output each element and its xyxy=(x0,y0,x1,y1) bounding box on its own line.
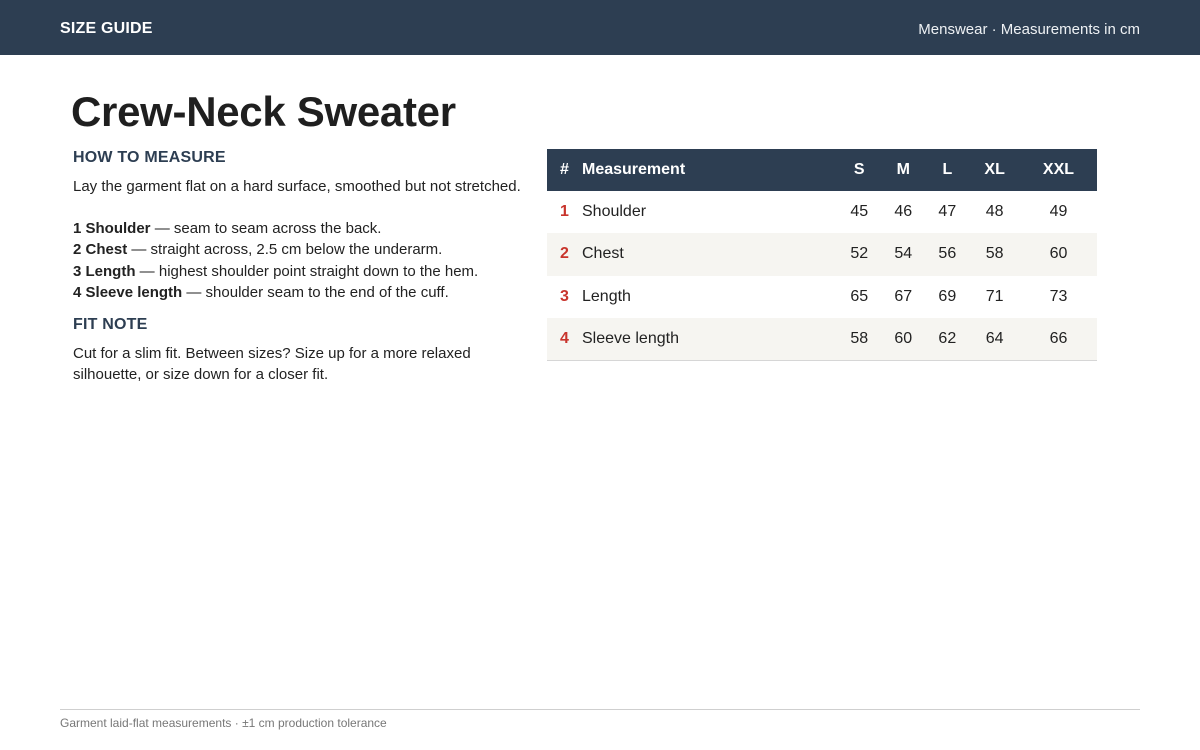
measurement-name: Chest xyxy=(582,233,838,276)
measure-step: 1 Shoulder — seam to seam across the bac… xyxy=(73,218,533,239)
fit-note-text: Cut for a slim fit. Between sizes? Size … xyxy=(73,345,471,384)
column-header-measurement: Measurement xyxy=(582,149,838,191)
size-value: 58 xyxy=(969,233,1020,276)
table-row: 4 Sleeve length 58 60 62 64 66 xyxy=(547,317,1097,361)
column-header-number: # xyxy=(547,149,582,191)
size-value: 67 xyxy=(894,287,913,305)
step-name: Length xyxy=(85,262,136,280)
size-value: 65 xyxy=(850,287,869,305)
measurement-name: Length xyxy=(582,287,631,305)
row-number: 2 xyxy=(547,233,582,276)
measure-step: 4 Sleeve length — shoulder seam to the e… xyxy=(73,282,533,303)
step-number: 2 xyxy=(73,241,82,259)
measure-step: 3 Length — highest shoulder point straig… xyxy=(73,261,533,282)
column-header-size-l: L xyxy=(925,149,970,191)
size-value: 69 xyxy=(938,287,957,305)
row-number: 1 xyxy=(560,203,569,221)
row-number: 4 xyxy=(547,317,582,361)
measurement-name: Shoulder xyxy=(582,203,647,221)
size-value: 45 xyxy=(850,203,869,221)
size-value: 62 xyxy=(925,317,970,361)
step-description: — seam to seam across the back. xyxy=(150,220,382,237)
step-name: Chest xyxy=(85,241,128,259)
how-to-measure-intro: Lay the garment flat on a hard surface, … xyxy=(73,178,521,195)
measure-step: 2 Chest — straight across, 2.5 cm below … xyxy=(73,239,533,260)
measure-instructions: HOW TO MEASURE Lay the garment flat on a… xyxy=(73,149,533,385)
brand-title: SIZE GUIDE xyxy=(60,20,153,37)
step-number: 4 xyxy=(73,283,82,301)
size-value: 73 xyxy=(1049,287,1068,305)
measure-steps: 1 Shoulder — seam to seam across the bac… xyxy=(73,218,533,303)
step-number: 3 xyxy=(73,262,82,280)
step-number: 1 xyxy=(73,220,82,237)
table-row: 2 Chest 52 54 56 58 60 xyxy=(547,233,1097,276)
size-value: 71 xyxy=(985,287,1004,305)
size-value: 46 xyxy=(894,203,913,221)
header-meta: Menswear · Measurements in cm xyxy=(918,21,1140,38)
step-description: — highest shoulder point straight down t… xyxy=(135,262,479,280)
size-value: 64 xyxy=(969,317,1020,361)
step-name: Shoulder xyxy=(85,220,151,237)
size-value: 54 xyxy=(881,233,926,276)
size-value: 52 xyxy=(837,233,882,276)
top-bar: SIZE GUIDE Menswear · Measurements in cm xyxy=(0,0,1200,55)
column-header-size-xl: XL xyxy=(969,149,1020,191)
size-value: 49 xyxy=(1049,203,1068,221)
step-name: Sleeve length xyxy=(85,283,183,301)
column-header-size-s: S xyxy=(837,149,882,191)
column-header-size-m: M xyxy=(881,149,926,191)
size-table: # Measurement S M L XL XXL 1 Shoulder 45… xyxy=(547,149,1097,361)
size-value: 66 xyxy=(1019,317,1097,361)
step-description: — shoulder seam to the end of the cuff. xyxy=(182,283,449,301)
page-title: Crew-Neck Sweater xyxy=(71,88,456,135)
step-description: — straight across, 2.5 cm below the unde… xyxy=(127,241,443,259)
size-value: 47 xyxy=(938,203,957,221)
table-row: 1 Shoulder 45 46 47 48 49 xyxy=(547,191,1097,233)
how-to-measure-heading: HOW TO MEASURE xyxy=(73,149,226,166)
size-value: 58 xyxy=(837,317,882,361)
column-header-size-xxl: XXL xyxy=(1019,149,1097,191)
table-row: 3 Length 65 67 69 71 73 xyxy=(547,276,1097,318)
size-value: 60 xyxy=(1019,233,1097,276)
size-value: 60 xyxy=(881,317,926,361)
footer-divider xyxy=(60,709,1140,710)
size-value: 56 xyxy=(925,233,970,276)
measurement-name: Sleeve length xyxy=(582,317,838,361)
row-number: 3 xyxy=(560,287,569,305)
table-header-row: # Measurement S M L XL XXL xyxy=(547,149,1097,191)
size-value: 48 xyxy=(985,203,1004,221)
fit-note-heading: FIT NOTE xyxy=(73,316,148,334)
footer-note: Garment laid-flat measurements · ±1 cm p… xyxy=(60,716,387,730)
